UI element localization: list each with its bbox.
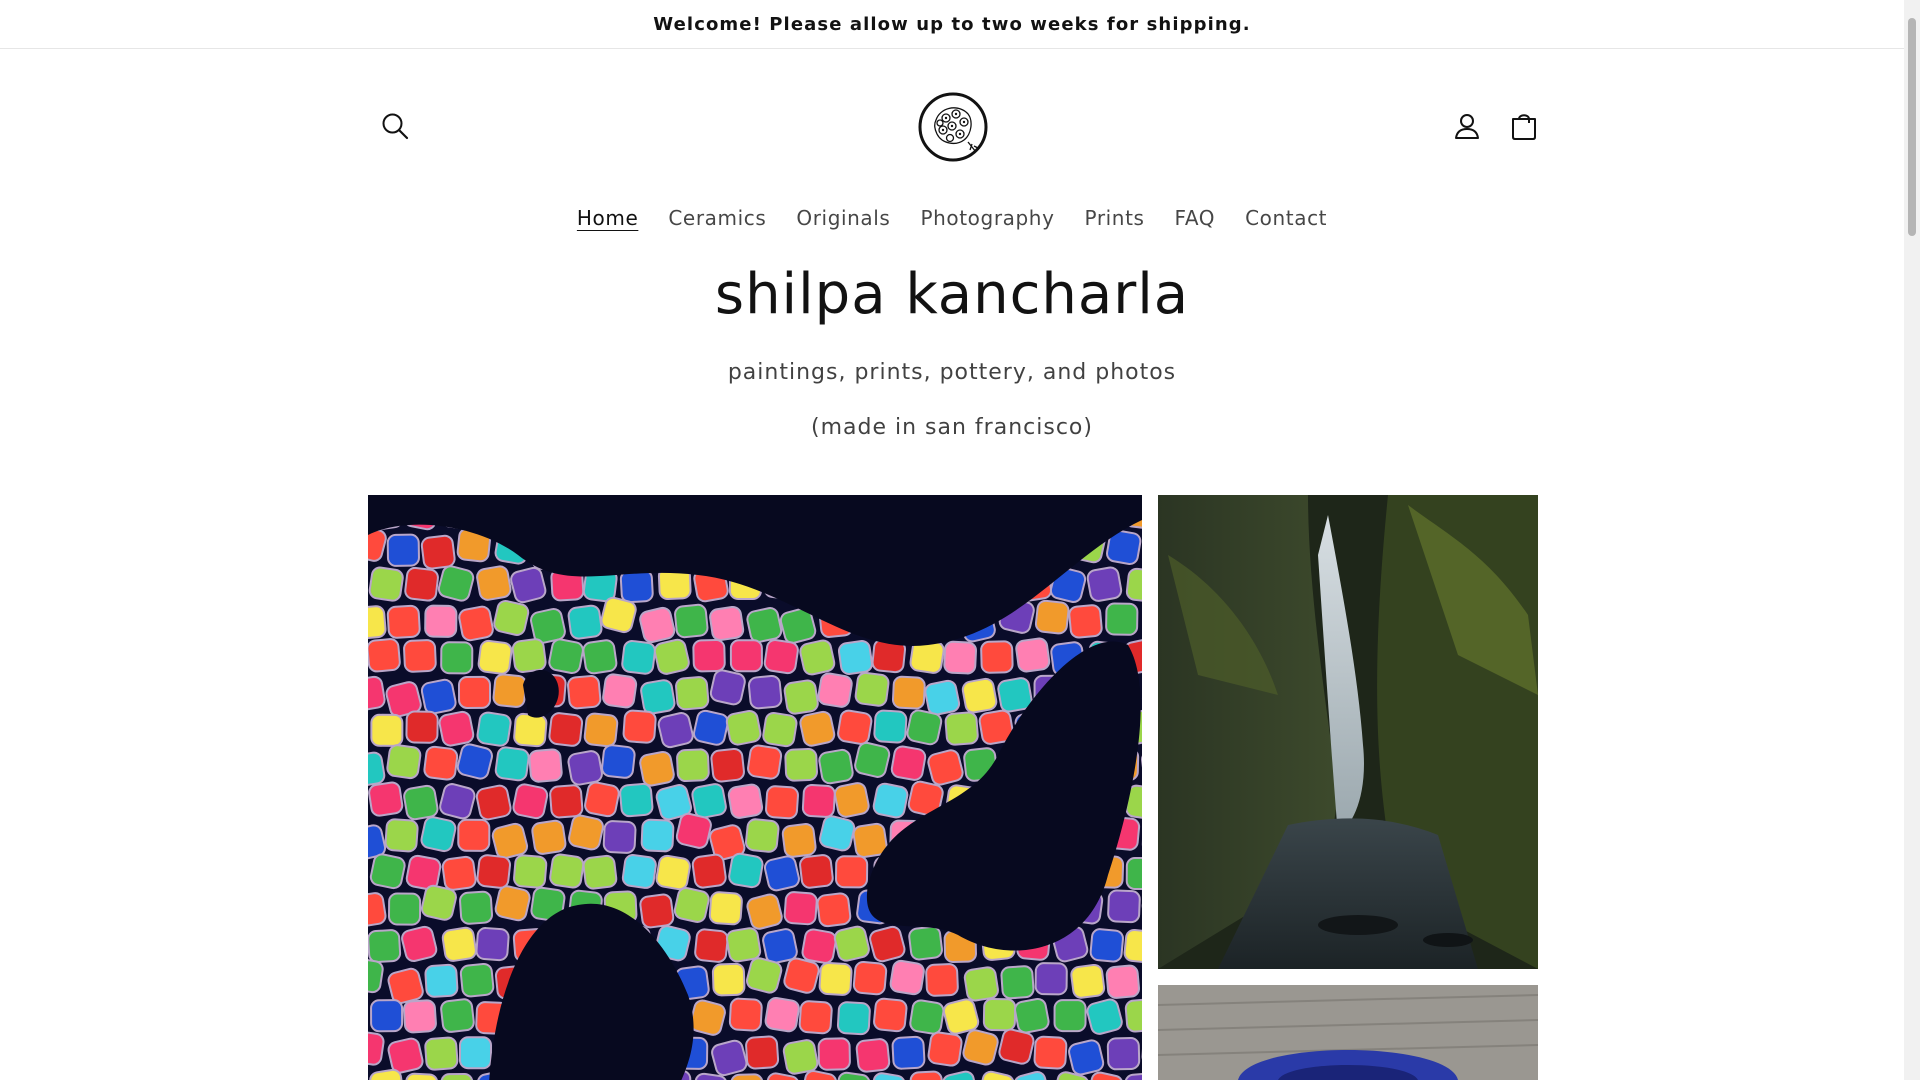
nav-item-ceramics[interactable]: Ceramics <box>653 200 781 236</box>
account-icon <box>1455 114 1479 139</box>
site-logo[interactable] <box>916 90 990 164</box>
account-button[interactable] <box>1445 104 1489 148</box>
nav-item-prints[interactable]: Prints <box>1070 200 1160 236</box>
featured-painting-image[interactable] <box>368 495 1142 1080</box>
nav-item-home[interactable]: Home <box>562 200 653 236</box>
hero-subtitle: paintings, prints, pottery, and photos <box>727 360 1177 385</box>
cart-button[interactable] <box>1502 104 1546 148</box>
cart-icon <box>1512 114 1536 140</box>
hero-location: (made in san francisco) <box>811 415 1093 440</box>
pottery-photo-image[interactable] <box>1158 985 1538 1080</box>
scrollbar-thumb[interactable] <box>1908 18 1916 236</box>
page-scrollbar[interactable] <box>1904 0 1920 1080</box>
page-title: shilpa kancharla <box>714 262 1190 327</box>
search-icon <box>382 113 409 140</box>
main-nav: Home Ceramics Originals Photography Prin… <box>0 200 1904 236</box>
waterfall-photo-image[interactable] <box>1158 495 1538 969</box>
nav-item-originals[interactable]: Originals <box>781 200 905 236</box>
nav-item-contact[interactable]: Contact <box>1230 200 1342 236</box>
announcement-bar: Welcome! Please allow up to two weeks fo… <box>0 0 1904 49</box>
nav-item-photography[interactable]: Photography <box>905 200 1069 236</box>
nav-item-faq[interactable]: FAQ <box>1160 200 1231 236</box>
search-button[interactable] <box>373 104 417 148</box>
announcement-text: Welcome! Please allow up to two weeks fo… <box>653 13 1251 35</box>
